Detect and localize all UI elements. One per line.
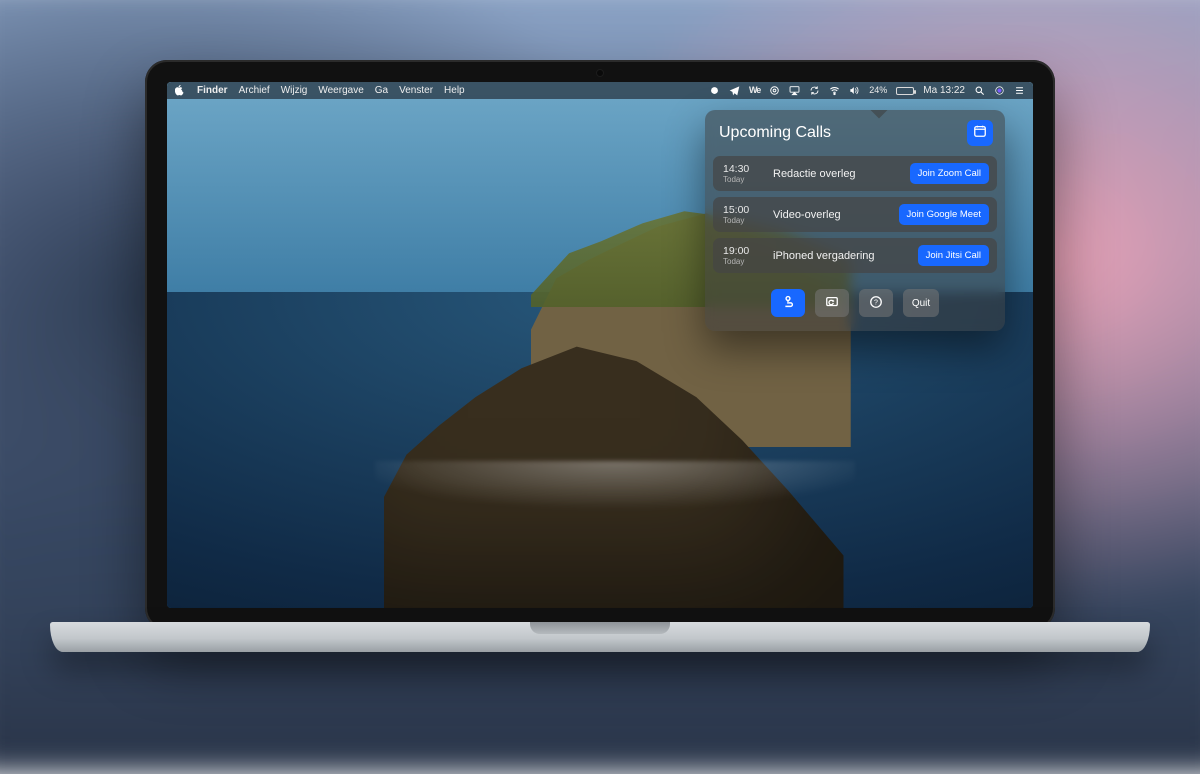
call-time: 14:30 <box>723 163 763 175</box>
menubar-app-name[interactable]: Finder <box>197 82 228 99</box>
quit-button[interactable]: Quit <box>903 289 939 317</box>
status-volume-icon[interactable] <box>849 85 860 96</box>
laptop-frame: Finder Archief Wijzig Weergave Ga Venste… <box>145 60 1055 680</box>
call-day: Today <box>723 257 763 266</box>
refresh-button[interactable] <box>815 289 849 317</box>
quit-label: Quit <box>912 298 930 309</box>
join-call-button[interactable]: Join Google Meet <box>899 204 989 225</box>
status-spotlight-icon[interactable] <box>974 85 985 96</box>
call-time: 19:00 <box>723 245 763 257</box>
camera-dot <box>597 70 603 76</box>
menu-weergave[interactable]: Weergave <box>318 82 363 99</box>
join-call-button[interactable]: Join Jitsi Call <box>918 245 989 266</box>
screen-bezel: Finder Archief Wijzig Weergave Ga Venste… <box>145 60 1055 630</box>
call-row: 15:00 Today Video-overleg Join Google Me… <box>713 197 997 232</box>
widget-title: Upcoming Calls <box>719 124 831 142</box>
menu-archief[interactable]: Archief <box>239 82 270 99</box>
call-row: 14:30 Today Redactie overleg Join Zoom C… <box>713 156 997 191</box>
menu-wijzig[interactable]: Wijzig <box>281 82 308 99</box>
desktop: Finder Archief Wijzig Weergave Ga Venste… <box>167 82 1033 608</box>
status-airplay-icon[interactable] <box>789 85 800 96</box>
open-calendar-button[interactable] <box>967 120 993 146</box>
call-title: Redactie overleg <box>773 168 900 180</box>
laptop-notch <box>530 622 670 634</box>
status-clock[interactable]: Ma 13:22 <box>923 82 965 99</box>
status-telegram-icon[interactable] <box>729 85 740 96</box>
apple-menu-icon[interactable] <box>175 85 186 97</box>
call-day: Today <box>723 216 763 225</box>
svg-text:?: ? <box>874 299 878 306</box>
status-gear-icon[interactable] <box>769 85 780 96</box>
status-wetransfer-icon[interactable]: We <box>749 82 760 99</box>
menu-venster[interactable]: Venster <box>399 82 433 99</box>
status-notification-center-icon[interactable] <box>1014 85 1025 96</box>
link-settings-icon <box>781 295 795 312</box>
window-refresh-icon <box>825 295 839 312</box>
join-call-button[interactable]: Join Zoom Call <box>910 163 989 184</box>
widget-footer: ? Quit <box>705 279 1005 331</box>
menu-help[interactable]: Help <box>444 82 465 99</box>
status-siri-icon[interactable] <box>994 85 1005 96</box>
macos-menubar: Finder Archief Wijzig Weergave Ga Venste… <box>167 82 1033 99</box>
call-title: Video-overleg <box>773 209 889 221</box>
help-button[interactable]: ? <box>859 289 893 317</box>
preferences-button[interactable] <box>771 289 805 317</box>
call-day: Today <box>723 175 763 184</box>
status-wifi-icon[interactable] <box>829 85 840 96</box>
status-sync-icon[interactable] <box>809 85 820 96</box>
upcoming-calls-panel: Upcoming Calls 14:30 Today Redactie over… <box>705 110 1005 331</box>
status-battery-icon[interactable] <box>896 87 914 95</box>
status-battery-percent: 24% <box>869 82 887 99</box>
call-title: iPhoned vergadering <box>773 250 908 262</box>
laptop-deck <box>50 622 1150 652</box>
status-circle-icon[interactable] <box>709 85 720 96</box>
call-time: 15:00 <box>723 204 763 216</box>
call-row: 19:00 Today iPhoned vergadering Join Jit… <box>713 238 997 273</box>
calendar-icon <box>973 124 987 143</box>
help-icon: ? <box>869 295 883 312</box>
menu-ga[interactable]: Ga <box>375 82 388 99</box>
